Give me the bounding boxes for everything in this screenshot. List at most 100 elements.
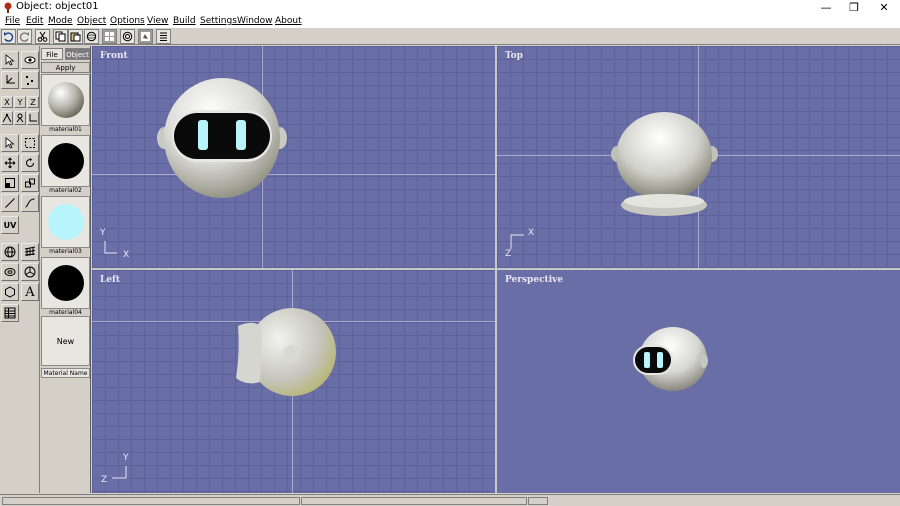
robot-head-left [236, 308, 336, 396]
menu-about[interactable]: About [275, 16, 302, 26]
app-icon [4, 2, 12, 13]
sphere-primitive-tool[interactable] [1, 243, 19, 261]
menu-mode[interactable]: Mode [48, 16, 73, 26]
menu-options[interactable]: Options [110, 16, 145, 26]
material-swatch-01[interactable] [41, 74, 90, 126]
grid-primitive-tool[interactable] [21, 243, 39, 261]
material-swatch-04[interactable] [41, 257, 90, 309]
polygon-tool[interactable] [1, 283, 19, 301]
menu-build[interactable]: Build [173, 16, 196, 26]
paste-button[interactable] [68, 29, 83, 44]
material-label-02: material02 [41, 187, 90, 195]
robot-head-top [611, 112, 718, 216]
material-panel: File Object Apply material01 material02 … [40, 46, 91, 493]
rotate-icon [26, 157, 34, 167]
scale-tool[interactable] [1, 174, 19, 192]
viewport-perspective[interactable]: Perspective [497, 270, 900, 493]
menu-window[interactable]: Window [237, 16, 273, 26]
eye-icon [24, 56, 36, 64]
top-axis-x-label: X [528, 228, 535, 238]
pointer-tool[interactable] [1, 134, 19, 152]
marquee-tool[interactable] [21, 134, 39, 152]
top-axis-gizmo [510, 234, 524, 249]
wire-sphere-icon [122, 31, 133, 42]
points-tool[interactable] [21, 71, 39, 89]
y-axis-button[interactable]: Y [14, 96, 26, 108]
corner-icon [29, 114, 37, 122]
pie-primitive-tool[interactable] [21, 263, 39, 281]
tab-file[interactable]: File [41, 48, 63, 60]
x-axis-button[interactable]: X [1, 96, 13, 108]
scale-icon [5, 178, 15, 188]
bone-tool[interactable] [14, 111, 26, 125]
status-pane-small [528, 497, 548, 505]
shaded-icon [141, 32, 150, 41]
toolbar [0, 28, 900, 45]
shaded-button[interactable] [138, 29, 153, 44]
four-view-button[interactable] [102, 29, 117, 44]
torus-icon [4, 268, 16, 276]
rotate-tool[interactable] [21, 154, 39, 172]
viewport-top[interactable]: Top X Z [497, 46, 900, 268]
joint-icon [2, 113, 12, 123]
move-tool[interactable] [1, 154, 19, 172]
restore-button[interactable]: ❐ [839, 0, 869, 15]
menu-settings[interactable]: Settings [200, 16, 237, 26]
front-axis-gizmo [104, 241, 117, 254]
mesh-icon [24, 246, 36, 256]
list-button[interactable] [156, 29, 171, 44]
view-tool[interactable] [21, 51, 39, 69]
render-button[interactable] [84, 29, 99, 44]
text-tool[interactable]: A [21, 283, 39, 301]
curve-tool[interactable] [21, 194, 39, 212]
link-tool[interactable] [21, 174, 39, 192]
menu-view[interactable]: View [147, 16, 168, 26]
dots-icon [26, 76, 33, 85]
corner-tool[interactable] [27, 111, 39, 125]
front-axis-x-label: X [123, 250, 130, 260]
bone-icon [16, 113, 24, 123]
wireframe-button[interactable] [120, 29, 135, 44]
viewport-left[interactable]: Left Y Z [92, 270, 495, 493]
robot-head-front [157, 78, 287, 198]
material-swatch-02[interactable] [41, 135, 90, 187]
material-label-03: material03 [41, 248, 90, 256]
axis-tool[interactable] [1, 71, 19, 89]
apply-button[interactable]: Apply [41, 62, 90, 73]
left-axis-gizmo [112, 466, 127, 479]
front-axis-y-label: Y [100, 228, 106, 238]
axis-icon [6, 75, 15, 84]
menu-object[interactable]: Object [77, 16, 106, 26]
arrow-icon [5, 54, 15, 66]
undo-button[interactable] [1, 29, 16, 44]
material-preview-02 [47, 143, 84, 179]
viewport-label-front: Front [100, 51, 128, 61]
table-tool[interactable] [1, 304, 19, 322]
tab-object[interactable]: Object [65, 48, 90, 60]
material-name-button[interactable]: Material Name [41, 368, 90, 378]
scissors-icon [37, 31, 48, 42]
cylinder-primitive-tool[interactable] [1, 263, 19, 281]
material-preview-03 [47, 204, 84, 240]
viewport-front[interactable]: Front Y X [92, 46, 495, 268]
material-swatch-03[interactable] [41, 196, 90, 248]
minimize-button[interactable]: — [811, 0, 841, 15]
cut-button[interactable] [35, 29, 50, 44]
uv-tool[interactable]: UV [1, 216, 19, 234]
line-tool[interactable] [1, 194, 19, 212]
material-label-01: material01 [41, 126, 90, 134]
copy-button[interactable] [53, 29, 68, 44]
select-tool[interactable] [1, 51, 19, 69]
left-axis-z-label: Z [101, 475, 108, 485]
joint-tool[interactable] [1, 111, 13, 125]
new-material-button[interactable]: New [41, 316, 90, 366]
close-button[interactable]: ✕ [869, 0, 899, 15]
redo-button[interactable] [17, 29, 32, 44]
copy-icon [55, 31, 66, 42]
menu-file[interactable]: File [5, 16, 20, 26]
menu-edit[interactable]: Edit [26, 16, 43, 26]
z-axis-button[interactable]: Z [27, 96, 39, 108]
tool-palette: X Y Z UV A [0, 46, 40, 493]
left-axis-y-label: Y [123, 453, 129, 463]
hexagon-icon [5, 286, 15, 298]
